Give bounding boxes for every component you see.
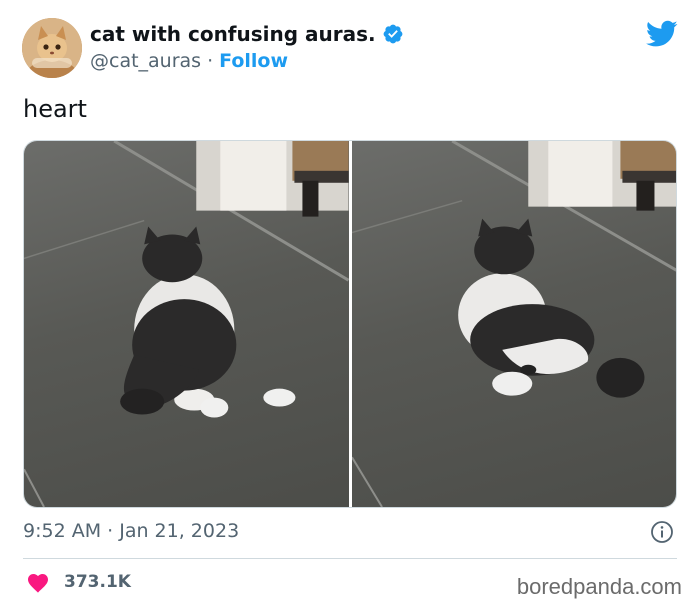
follow-button[interactable]: Follow — [219, 50, 288, 72]
display-name-text[interactable]: cat with confusing auras. — [90, 22, 376, 46]
verified-badge-icon — [383, 24, 403, 44]
divider — [23, 558, 677, 559]
heart-icon[interactable] — [26, 571, 50, 593]
tweet-card: cat with confusing auras. @cat_auras · F… — [0, 0, 700, 611]
like-count: 373.1K — [64, 572, 131, 592]
separator-dot: · — [207, 50, 214, 72]
display-name[interactable]: cat with confusing auras. — [90, 22, 404, 46]
like-action[interactable]: 373.1K — [26, 571, 131, 593]
photo-2-image — [351, 141, 676, 507]
photo-1-image — [24, 141, 349, 507]
handle-row: @cat_auras · Follow — [90, 50, 288, 72]
info-icon[interactable] — [650, 520, 674, 544]
media-grid — [23, 140, 677, 508]
watermark: boredpanda.com — [516, 574, 682, 599]
twitter-bird-icon[interactable] — [646, 20, 678, 48]
tweet-timestamp[interactable]: 9:52 AM · Jan 21, 2023 — [23, 520, 239, 542]
avatar[interactable] — [22, 18, 82, 78]
photo-1[interactable] — [24, 141, 349, 507]
handle[interactable]: @cat_auras — [90, 50, 201, 72]
photo-2[interactable] — [351, 141, 676, 507]
tweet-text: heart — [23, 95, 87, 123]
